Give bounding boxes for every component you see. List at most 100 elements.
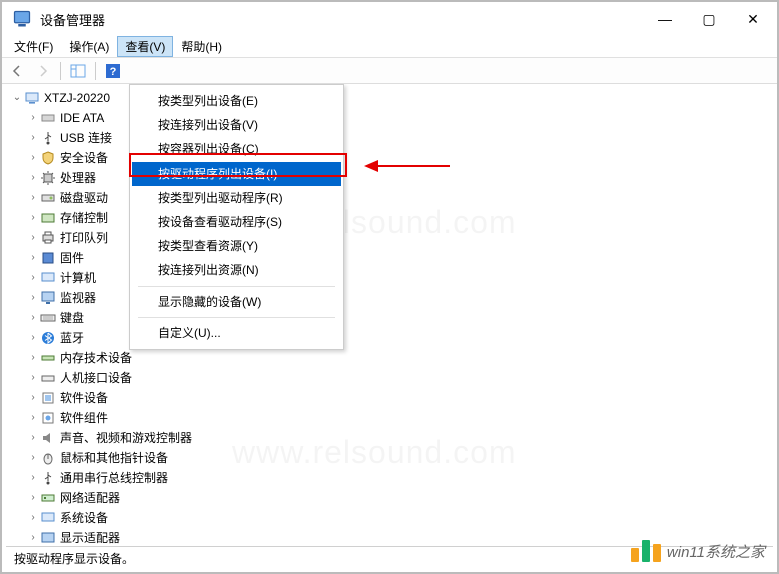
software-component-icon bbox=[40, 410, 56, 426]
close-button[interactable]: ✕ bbox=[731, 4, 775, 34]
dd-drivers-by-device[interactable]: 按设备查看驱动程序(S) bbox=[132, 210, 341, 234]
tree-item[interactable]: › 声音、视频和游戏控制器 bbox=[10, 428, 777, 448]
expand-icon[interactable]: › bbox=[26, 208, 40, 228]
tree-item[interactable]: › 固件 bbox=[10, 248, 777, 268]
tree-item[interactable]: ›显示适配器 bbox=[10, 528, 777, 548]
content-area: www.relsound.com www.relsound.com ⌄ XTZJ… bbox=[2, 84, 777, 550]
expand-icon[interactable]: › bbox=[26, 188, 40, 208]
expand-icon[interactable]: › bbox=[26, 408, 40, 428]
dd-devices-by-driver[interactable]: 按驱动程序列出设备(I) bbox=[132, 162, 341, 186]
expand-icon[interactable]: › bbox=[26, 308, 40, 328]
expand-icon[interactable]: › bbox=[26, 168, 40, 188]
maximize-button[interactable]: ▢ bbox=[687, 4, 731, 34]
tree-item-label: 声音、视频和游戏控制器 bbox=[60, 428, 192, 448]
expand-icon[interactable]: › bbox=[26, 268, 40, 288]
dd-resources-by-connection[interactable]: 按连接列出资源(N) bbox=[132, 258, 341, 282]
tree-item[interactable]: › 计算机 bbox=[10, 268, 777, 288]
tree-root[interactable]: ⌄ XTZJ-20220 bbox=[10, 88, 777, 108]
tree-item[interactable]: › 鼠标和其他指针设备 bbox=[10, 448, 777, 468]
tree-item-label: USB 连接 bbox=[60, 128, 112, 148]
tree-item-label: 通用串行总线控制器 bbox=[60, 468, 168, 488]
tree-item[interactable]: › 通用串行总线控制器 bbox=[10, 468, 777, 488]
dropdown-separator bbox=[138, 317, 335, 318]
expand-icon[interactable]: › bbox=[26, 328, 40, 348]
dd-drivers-by-type[interactable]: 按类型列出驱动程序(R) bbox=[132, 186, 341, 210]
expand-icon[interactable]: › bbox=[26, 448, 40, 468]
status-text: 按驱动程序显示设备。 bbox=[14, 552, 134, 566]
tree-item-label: 软件设备 bbox=[60, 388, 108, 408]
tree-item-label: 计算机 bbox=[60, 268, 96, 288]
expand-icon[interactable]: › bbox=[26, 368, 40, 388]
system-device-icon bbox=[40, 510, 56, 526]
dd-resources-by-type[interactable]: 按类型查看资源(Y) bbox=[132, 234, 341, 258]
tree-item[interactable]: › 存储控制 bbox=[10, 208, 777, 228]
expand-icon[interactable]: › bbox=[26, 468, 40, 488]
expand-icon[interactable]: › bbox=[26, 348, 40, 368]
tree-item[interactable]: › 内存技术设备 bbox=[10, 348, 777, 368]
tree-item-label: 固件 bbox=[60, 248, 84, 268]
expand-icon[interactable]: › bbox=[26, 488, 40, 508]
printer-icon bbox=[40, 230, 56, 246]
help-button[interactable]: ? bbox=[102, 61, 124, 81]
tree-item[interactable]: ›软件组件 bbox=[10, 408, 777, 428]
tree-item-label: 蓝牙 bbox=[60, 328, 84, 348]
storage-controller-icon bbox=[40, 210, 56, 226]
minimize-button[interactable]: — bbox=[643, 4, 687, 34]
tree-item[interactable]: › USB 连接 bbox=[10, 128, 777, 148]
device-tree[interactable]: ⌄ XTZJ-20220 ›IDE ATA ›USB 连接 ›安全设备 ›处理器… bbox=[2, 84, 777, 550]
menu-help[interactable]: 帮助(H) bbox=[173, 36, 230, 57]
dd-customize[interactable]: 自定义(U)... bbox=[132, 321, 341, 345]
menu-file[interactable]: 文件(F) bbox=[6, 36, 61, 57]
tree-item[interactable]: › 网络适配器 bbox=[10, 488, 777, 508]
tree-item-label: 内存技术设备 bbox=[60, 348, 132, 368]
computer-small-icon bbox=[40, 270, 56, 286]
tree-item[interactable]: › 磁盘驱动 bbox=[10, 188, 777, 208]
view-dropdown: 按类型列出设备(E) 按连接列出设备(V) 按容器列出设备(C) 按驱动程序列出… bbox=[129, 84, 344, 350]
dd-devices-by-connection[interactable]: 按连接列出设备(V) bbox=[132, 113, 341, 137]
title-bar: 设备管理器 — ▢ ✕ bbox=[2, 2, 777, 36]
expand-icon[interactable]: › bbox=[26, 128, 40, 148]
tree-item[interactable]: › 软件设备 bbox=[10, 388, 777, 408]
menu-view[interactable]: 查看(V) bbox=[117, 36, 173, 57]
tree-item-label: 打印队列 bbox=[60, 228, 108, 248]
status-bar: 按驱动程序显示设备。 bbox=[6, 546, 773, 568]
usb-icon bbox=[40, 130, 56, 146]
hid-icon bbox=[40, 370, 56, 386]
menu-action[interactable]: 操作(A) bbox=[61, 36, 117, 57]
dropdown-separator bbox=[138, 286, 335, 287]
expand-icon[interactable]: › bbox=[26, 528, 40, 548]
tree-item-label: 磁盘驱动 bbox=[60, 188, 108, 208]
tree-item[interactable]: ›键盘 bbox=[10, 308, 777, 328]
tree-item-label: 存储控制 bbox=[60, 208, 108, 228]
window-title: 设备管理器 bbox=[40, 10, 105, 29]
tree-item[interactable]: › 系统设备 bbox=[10, 508, 777, 528]
back-button[interactable] bbox=[6, 61, 28, 81]
tree-item-label: 网络适配器 bbox=[60, 488, 120, 508]
dd-devices-by-type[interactable]: 按类型列出设备(E) bbox=[132, 89, 341, 113]
tree-item[interactable]: › 蓝牙 bbox=[10, 328, 777, 348]
tree-item[interactable]: › 打印队列 bbox=[10, 228, 777, 248]
tree-item[interactable]: ›人机接口设备 bbox=[10, 368, 777, 388]
dd-devices-by-container[interactable]: 按容器列出设备(C) bbox=[132, 137, 341, 161]
expand-icon[interactable]: › bbox=[26, 288, 40, 308]
expand-icon[interactable]: › bbox=[26, 228, 40, 248]
forward-button[interactable] bbox=[32, 61, 54, 81]
dd-show-hidden[interactable]: 显示隐藏的设备(W) bbox=[132, 290, 341, 314]
tree-item-label: 鼠标和其他指针设备 bbox=[60, 448, 168, 468]
tree-item-label: 安全设备 bbox=[60, 148, 108, 168]
tree-item-label: 系统设备 bbox=[60, 508, 108, 528]
tree-item[interactable]: ›IDE ATA bbox=[10, 108, 777, 128]
expand-icon[interactable]: › bbox=[26, 508, 40, 528]
expand-icon[interactable]: › bbox=[26, 428, 40, 448]
network-icon bbox=[40, 490, 56, 506]
expand-icon[interactable]: › bbox=[26, 148, 40, 168]
toolbar: ? bbox=[2, 58, 777, 84]
expand-icon[interactable]: › bbox=[26, 388, 40, 408]
expand-icon[interactable]: › bbox=[26, 108, 40, 128]
tree-item[interactable]: ›监视器 bbox=[10, 288, 777, 308]
display-adapter-icon bbox=[40, 530, 56, 546]
show-hide-tree-button[interactable] bbox=[67, 61, 89, 81]
collapse-icon[interactable]: ⌄ bbox=[10, 88, 24, 108]
expand-icon[interactable]: › bbox=[26, 248, 40, 268]
computer-icon bbox=[24, 90, 40, 106]
